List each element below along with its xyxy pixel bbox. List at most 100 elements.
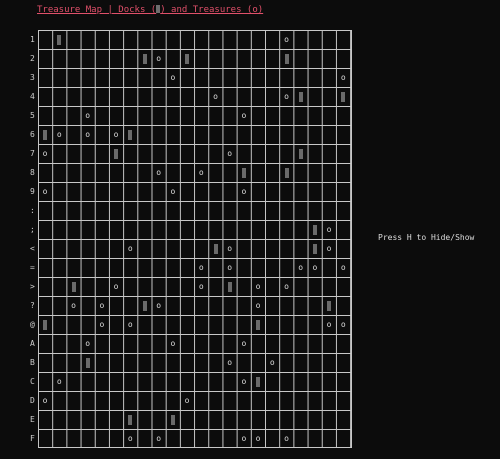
treasure-marker: o — [284, 91, 289, 101]
treasure-marker: o — [156, 433, 162, 443]
treasure-marker: o — [71, 300, 76, 310]
treasure-marker: o — [284, 34, 289, 44]
dock-marker — [284, 167, 289, 178]
treasure-marker: o — [42, 395, 48, 405]
dock-marker — [85, 357, 90, 368]
row-label: 6 — [30, 130, 35, 139]
dock-marker — [43, 319, 48, 330]
treasure-marker: o — [340, 319, 346, 329]
map-title-suffix: ) and Treasures (o) — [160, 5, 264, 15]
treasure-marker: o — [156, 53, 162, 63]
treasure-marker: o — [56, 129, 62, 139]
treasure-marker: o — [113, 281, 119, 291]
treasure-marker: o — [241, 186, 247, 196]
map-title: Treasure Map | Docks () and Treasures (o… — [37, 4, 263, 16]
treasure-marker: o — [85, 338, 91, 348]
dock-marker — [241, 167, 246, 178]
treasure-marker: o — [170, 338, 176, 348]
treasure-marker: o — [42, 148, 48, 158]
treasure-marker: o — [340, 72, 346, 82]
row-label: ; — [30, 225, 35, 234]
dock-marker — [142, 53, 147, 64]
treasure-marker: o — [269, 357, 275, 367]
dock-marker — [284, 53, 289, 64]
treasure-marker: o — [198, 281, 204, 291]
treasure-marker: o — [326, 319, 332, 329]
treasure-marker: o — [326, 243, 332, 253]
row-label: 2 — [30, 54, 35, 63]
dock-marker — [341, 91, 346, 102]
row-label: A — [30, 339, 35, 348]
row-label: C — [30, 377, 35, 386]
dock-marker — [298, 148, 303, 159]
row-label: 1 — [30, 35, 35, 44]
treasure-marker: o — [85, 110, 91, 120]
row-label: B — [30, 358, 35, 367]
treasure-marker: o — [170, 72, 176, 82]
treasure-map-grid: oooooooooooooooooooooooooooooooooooooooo… — [38, 30, 352, 448]
treasure-marker: o — [213, 91, 218, 101]
dock-marker — [57, 34, 62, 45]
row-label: 7 — [30, 149, 35, 158]
hide-show-hint: Press H to Hide/Show — [378, 233, 475, 242]
row-label: 3 — [30, 73, 35, 82]
treasure-marker: o — [298, 262, 304, 272]
treasure-marker: o — [312, 262, 318, 272]
dock-marker — [298, 91, 303, 102]
treasure-marker: o — [326, 224, 332, 234]
treasure-marker: o — [227, 148, 233, 158]
dock-marker — [114, 148, 119, 159]
treasure-marker: o — [156, 300, 162, 310]
treasure-marker: o — [170, 186, 176, 196]
treasure-marker: o — [127, 433, 133, 443]
row-label: F — [30, 434, 35, 443]
treasure-marker: o — [241, 110, 247, 120]
row-label: D — [30, 396, 35, 405]
treasure-marker: o — [127, 243, 133, 253]
row-label: 9 — [30, 187, 35, 196]
treasure-marker: o — [284, 281, 289, 291]
dock-marker — [142, 300, 147, 311]
dock-marker — [312, 224, 317, 235]
treasure-marker: o — [56, 376, 62, 386]
row-label: = — [30, 263, 35, 272]
treasure-marker: o — [99, 300, 105, 310]
row-label: > — [30, 282, 35, 291]
treasure-marker: o — [284, 433, 289, 443]
treasure-marker: o — [113, 129, 119, 139]
treasure-marker: o — [184, 395, 190, 405]
treasure-marker: o — [198, 167, 204, 177]
row-label: 8 — [30, 168, 35, 177]
treasure-marker: o — [340, 262, 346, 272]
row-label: 5 — [30, 111, 35, 120]
dock-marker — [312, 243, 317, 254]
dock-marker — [227, 281, 232, 292]
dock-marker — [327, 300, 332, 311]
treasure-marker: o — [227, 262, 233, 272]
row-label: ? — [30, 301, 35, 310]
dock-marker — [256, 376, 261, 387]
dock-marker — [43, 129, 48, 140]
dock-marker — [185, 53, 190, 64]
treasure-marker: o — [127, 319, 133, 329]
treasure-marker: o — [99, 319, 105, 329]
treasure-marker: o — [255, 281, 261, 291]
row-label: @ — [30, 320, 35, 329]
dock-marker — [213, 243, 218, 254]
treasure-marker: o — [255, 433, 261, 443]
row-label: < — [30, 244, 35, 253]
treasure-marker: o — [227, 357, 233, 367]
treasure-marker: o — [85, 129, 91, 139]
map-title-prefix: Treasure Map | Docks ( — [37, 5, 157, 15]
row-label: 4 — [30, 92, 35, 101]
treasure-marker: o — [227, 243, 233, 253]
dock-marker — [170, 414, 175, 425]
dock-marker — [71, 281, 76, 292]
dock-marker — [128, 414, 133, 425]
treasure-marker: o — [156, 167, 162, 177]
treasure-marker: o — [42, 186, 48, 196]
treasure-marker: o — [241, 433, 247, 443]
treasure-marker: o — [255, 300, 261, 310]
dock-marker — [256, 319, 261, 330]
row-label: : — [30, 206, 35, 215]
